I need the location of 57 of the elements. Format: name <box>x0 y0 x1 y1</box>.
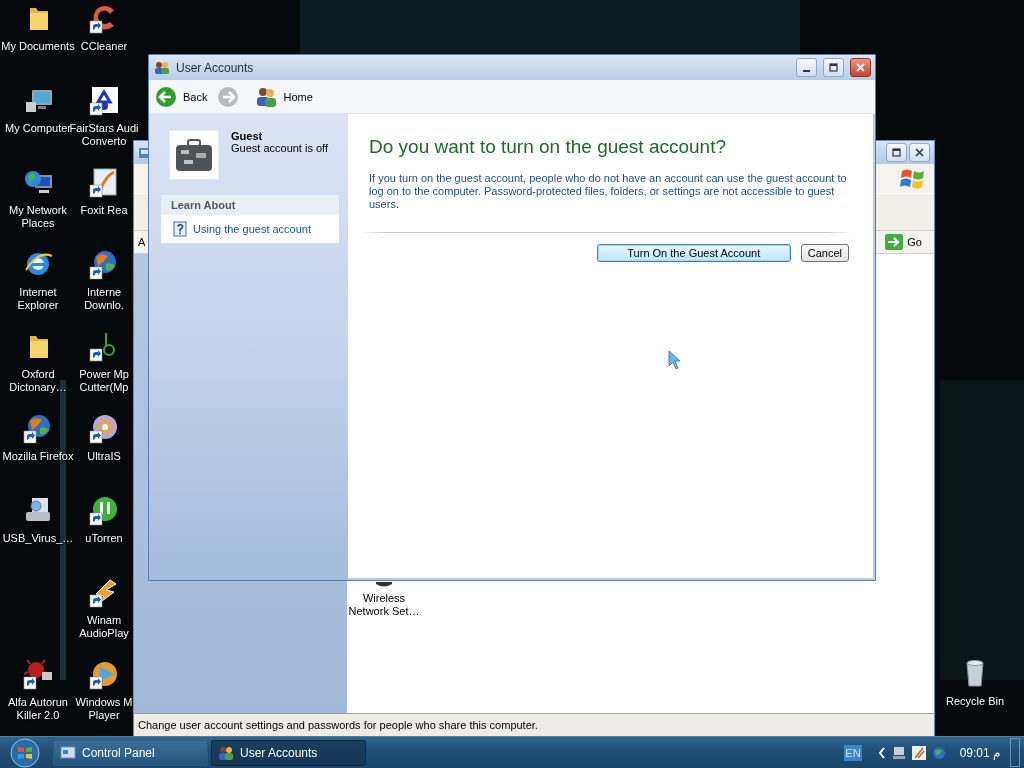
home-button[interactable]: Home <box>255 85 319 108</box>
help-icon <box>173 221 187 237</box>
close-button[interactable] <box>909 143 930 162</box>
icon-label: My Network Places <box>8 204 68 230</box>
icon-label: Winam AudioPlay <box>79 614 129 640</box>
status-bar: Change user account settings and passwords for people who share this computer. <box>134 713 934 736</box>
taskbar-button[interactable]: User Accounts <box>211 739 366 766</box>
icon-label: My Computer <box>5 122 71 135</box>
users-icon <box>255 85 278 108</box>
control-panel-icon <box>60 744 76 761</box>
document-icon[interactable] <box>88 166 120 198</box>
description: If you turn on the guest account, people who do not have an account can use the guest account to log on to the computer. Password-protected files, folders, or settings are not accessible to guest users. <box>369 172 848 211</box>
address-label: A <box>138 236 146 248</box>
maximize-icon <box>891 147 902 158</box>
icon-label: Oxford Dictonary… <box>9 368 67 394</box>
icon-label: Windows M Player <box>75 696 133 722</box>
back-button[interactable]: Back <box>155 85 214 108</box>
taskbar-button[interactable]: Control Panel <box>53 739 208 766</box>
minimize-button[interactable] <box>796 58 817 77</box>
clock[interactable]: 09:01 م <box>959 745 1000 760</box>
maximize-button[interactable] <box>886 143 907 162</box>
page-heading: Do you want to turn on the guest account? <box>369 136 727 158</box>
icon-label: Foxit Rea <box>80 204 128 217</box>
turn-on-button[interactable]: Turn On the Guest Account <box>596 244 791 262</box>
icon-label: My Documents <box>1 40 75 53</box>
icon-label: Internet Explorer <box>17 286 59 312</box>
bug-icon[interactable] <box>22 658 54 690</box>
users-icon <box>218 744 234 761</box>
minimize-icon <box>803 69 810 72</box>
account-status: Guest account is off <box>231 142 329 154</box>
icon-label: Power Mp Cutter(Mp <box>79 368 129 394</box>
icon-label: CCleaner <box>80 40 128 53</box>
disc-icon[interactable] <box>88 412 120 444</box>
account-name: Guest <box>231 130 264 142</box>
icon-label: UltraIS <box>87 450 121 463</box>
pause-circle-icon[interactable] <box>88 494 120 526</box>
close-icon <box>914 147 925 158</box>
computer-icon[interactable] <box>891 745 906 760</box>
maximize-button[interactable] <box>823 58 844 77</box>
close-button[interactable] <box>850 58 871 77</box>
show-desktop-button[interactable] <box>1010 738 1020 767</box>
icon-label: FairStars Audi Converto <box>69 122 139 148</box>
icon-label: Mozilla Firefox <box>2 450 74 463</box>
icon-label: Alfa Autorun Killer 2.0 <box>8 696 68 722</box>
maximize-icon <box>828 62 839 73</box>
icon-label: Recycle Bin <box>945 695 1005 708</box>
icon-label: USB_Virus_… <box>2 532 74 545</box>
window-title: User Accounts <box>176 60 254 75</box>
cursor-icon <box>668 350 680 370</box>
icon-label: Interne Downlo. <box>84 286 124 312</box>
panel-heading: Learn About <box>161 195 339 216</box>
icon-label: uTorren <box>85 532 123 545</box>
chevron-left-icon[interactable] <box>877 745 886 760</box>
close-icon <box>855 62 866 73</box>
users-icon <box>154 60 170 75</box>
item-label[interactable]: Wireless Network Set… <box>348 592 420 618</box>
cancel-button[interactable]: Cancel <box>800 244 849 262</box>
